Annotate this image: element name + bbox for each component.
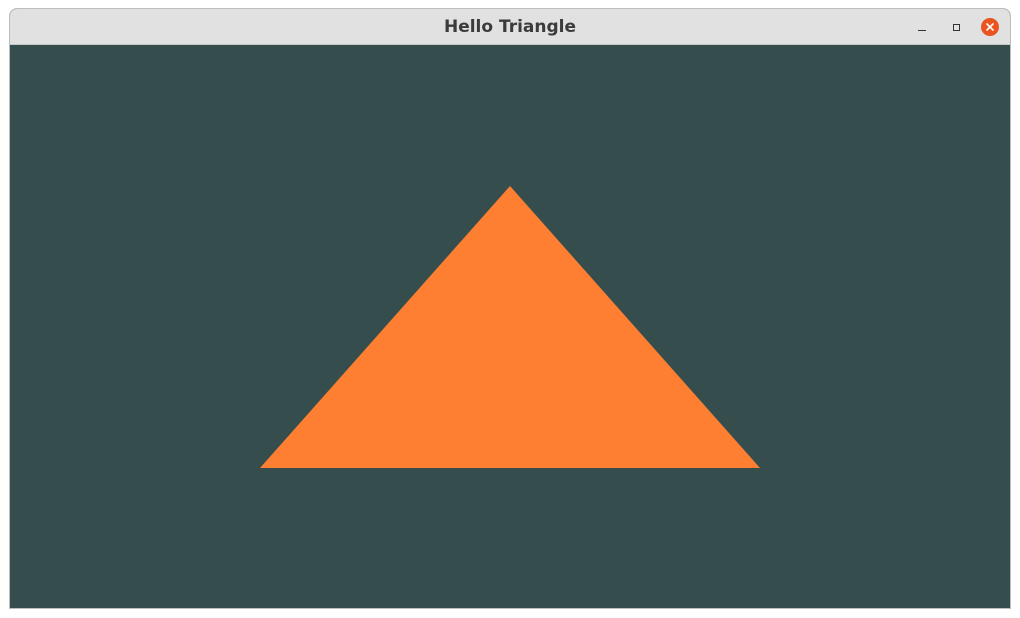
minimize-button[interactable] — [910, 15, 934, 39]
scene-surface — [10, 45, 1010, 608]
maximize-button[interactable] — [944, 15, 968, 39]
app-window: Hello Triangle — [9, 8, 1011, 609]
render-canvas[interactable] — [10, 45, 1010, 608]
window-title: Hello Triangle — [443, 17, 577, 37]
title-bar[interactable]: Hello Triangle — [10, 9, 1010, 45]
close-button[interactable] — [978, 15, 1002, 39]
window-controls — [910, 9, 1002, 45]
maximize-icon — [952, 23, 960, 31]
minimize-icon — [918, 30, 926, 31]
close-icon — [981, 18, 999, 36]
